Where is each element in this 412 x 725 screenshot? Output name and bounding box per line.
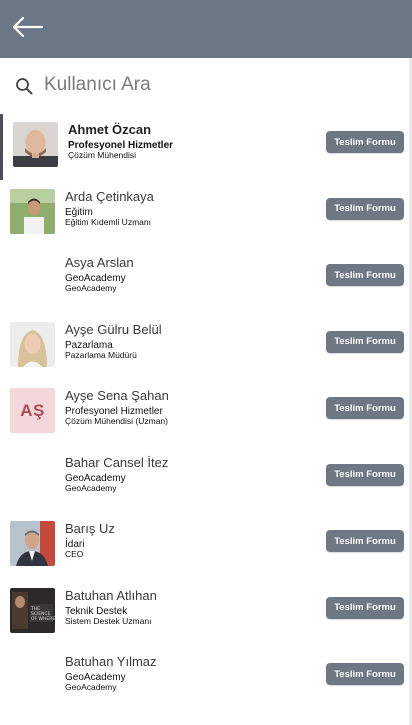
delivery-form-button[interactable]: Teslim Formu [326,264,404,286]
list-item[interactable]: Bahar Cansel İtez GeoAcademy GeoAcademy Tes… [0,447,409,513]
user-name: Ayşe Sena Şahan [65,388,169,403]
delivery-form-button[interactable]: Teslim Formu [326,397,404,419]
delivery-form-button[interactable]: Teslim Formu [326,530,404,552]
delivery-form-button[interactable]: Teslim Formu [326,596,404,619]
user-title: Pazarlama Müdürü [65,349,137,360]
user-title: GeoAcademy [65,283,117,293]
search-input[interactable] [44,70,384,100]
avatar [13,122,58,167]
avatar [10,321,55,367]
user-name: Barış Uz [65,521,115,536]
back-button[interactable] [10,12,46,42]
user-title: Sistem Destek Uzmanı [65,615,152,626]
user-title: GeoAcademy [65,682,117,692]
arrow-left-icon [12,16,44,38]
delivery-form-button[interactable]: Teslim Formu [326,663,404,685]
user-name: Arda Çetinkaya [65,188,154,204]
user-name: Bahar Cansel İtez [65,454,169,470]
svg-text:OF WHERE: OF WHERE [31,616,55,622]
search-bar [0,58,409,114]
avatar: THE SCIENCE OF WHERE [10,587,55,633]
user-name: Asya Arslan [65,255,134,270]
user-title: CEO [65,549,84,559]
user-title: Eğitim Kıdemli Uzmanı [65,216,151,227]
user-name: Batuhan Yılmaz [65,654,157,669]
list-item[interactable]: AŞ Ayşe Sena Şahan Profesyonel Hizmetler Çö… [0,380,409,446]
list-item[interactable]: Batuhan Yılmaz GeoAcademy GeoAcademy Teslim… [0,646,409,712]
delivery-form-button[interactable]: Teslim Formu [326,131,404,153]
list-item[interactable]: Arda Çetinkaya Eğitim Eğitim Kıdemli Uzman… [0,181,409,247]
delivery-form-button[interactable]: Teslim Formu [326,197,404,220]
delivery-form-button[interactable]: Teslim Formu [326,463,404,486]
list-item[interactable]: Ahmet Özcan Profesyonel Hizmetler Çözüm Mü… [0,114,409,180]
app-bar [0,0,412,58]
delivery-form-button[interactable]: Teslim Formu [326,330,404,353]
list-item[interactable]: Ayşe Gülru Belül Pazarlama Pazarlama Müdür… [0,314,409,380]
avatar [10,188,55,234]
search-icon [16,78,33,95]
user-title: GeoAcademy [65,482,117,493]
list-item[interactable]: THE SCIENCE OF WHERE Batuhan Atlıhan Teknik … [0,580,409,646]
user-name: Ayşe Gülru Belül [65,321,162,337]
user-name: Ahmet Özcan [68,122,152,137]
avatar [10,521,55,566]
user-name: Batuhan Atlıhan [65,587,157,603]
avatar-initials: AŞ [10,388,55,433]
list-item[interactable]: Barış Uz İdari CEO Teslim Formu [0,513,409,579]
user-title: Çözüm Mühendisi [68,150,137,160]
user-title: Çözüm Mühendisi (Uzman) [65,416,168,426]
list-item[interactable]: Asya Arslan GeoAcademy GeoAcademy Teslim Fo… [0,247,409,313]
